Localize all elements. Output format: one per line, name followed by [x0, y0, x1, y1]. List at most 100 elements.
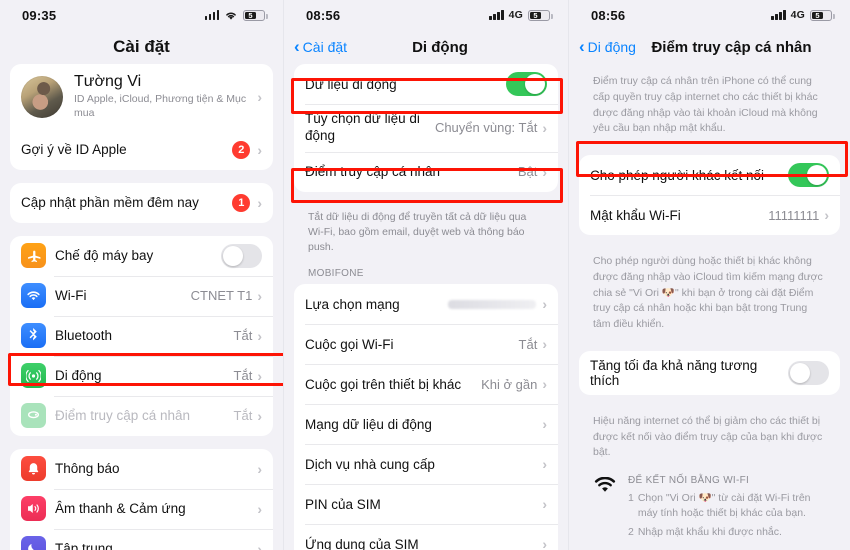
row-label: Wi-Fi	[55, 288, 87, 304]
back-button[interactable]: ‹ Cài đặt	[294, 37, 348, 56]
row-maximize-compatibility[interactable]: Tăng tối đa khả năng tương thích	[579, 351, 840, 395]
focus-icon	[21, 536, 46, 550]
airplane-mode-toggle[interactable]	[221, 243, 262, 268]
page-title: Di động	[412, 38, 468, 56]
cellular-list: Dữ liệu di động Tùy chọn dữ liệu di động…	[284, 64, 568, 550]
chevron-right-icon: ›	[542, 536, 547, 550]
nav-bar: Cài đặt	[0, 30, 283, 64]
row-sim-applications[interactable]: Ứng dụng của SIM ›	[294, 524, 558, 550]
row-value: Bật	[517, 164, 538, 180]
network-type-label: 4G	[508, 9, 523, 21]
back-label: Di động	[587, 39, 636, 55]
status-bar: 08:56 4G 5	[284, 0, 568, 30]
row-label: Điểm truy cập cá nhân	[55, 408, 191, 424]
chevron-right-icon: ›	[257, 500, 262, 517]
status-time: 08:56	[306, 7, 341, 23]
battery-icon: 5	[528, 9, 553, 21]
maximize-compatibility-toggle[interactable]	[788, 360, 829, 385]
step-text: Nhập mật khẩu khi được nhắc.	[637, 526, 782, 539]
row-cellular[interactable]: Di động Tắt ›	[10, 355, 273, 396]
redacted-value	[448, 299, 537, 309]
row-label: Mạng dữ liệu di động	[305, 416, 432, 432]
row-focus[interactable]: Tập trung ›	[10, 528, 273, 550]
wifi-icon	[21, 283, 46, 309]
back-button[interactable]: ‹ Di động	[579, 38, 636, 55]
row-cellular-data-options[interactable]: Tùy chọn dữ liệu di động Chuyển vùng: Tắ…	[294, 104, 558, 152]
row-label: Mật khẩu Wi-Fi	[590, 207, 681, 223]
row-label: Tùy chọn dữ liệu di động	[305, 111, 420, 143]
row-label: Cập nhật phần mềm đêm nay	[21, 195, 199, 211]
row-network-selection[interactable]: Lựa chọn mạng ›	[294, 284, 558, 324]
step-number: 2	[628, 526, 634, 539]
status-badge: 1	[232, 193, 251, 212]
row-label: Tập trung	[55, 541, 113, 550]
nav-bar: ‹ Cài đặt Di động	[284, 30, 568, 64]
allow-others-toggle[interactable]	[788, 163, 829, 187]
row-calls-other-devices[interactable]: Cuộc gọi trên thiết bị khác Khi ở gần ›	[294, 364, 558, 404]
row-cellular-data-network[interactable]: Mạng dữ liệu di động ›	[294, 404, 558, 444]
hotspot-settings-group: Cho phép người khác kết nối Mật khẩu Wi-…	[579, 155, 840, 235]
battery-level: 5	[530, 11, 541, 20]
row-personal-hotspot[interactable]: Điểm truy cập cá nhân Bật ›	[294, 151, 558, 192]
status-time: 08:56	[591, 7, 626, 23]
chevron-right-icon: ›	[257, 327, 262, 344]
bluetooth-icon	[21, 323, 46, 349]
wifi-status-icon	[224, 10, 238, 21]
row-label: Thông báo	[55, 461, 120, 477]
cellular-signal-icon	[204, 10, 219, 20]
back-label: Cài đặt	[302, 39, 348, 55]
cellular-icon	[21, 363, 46, 389]
step-text: Chọn "Vi Ori 🐶" từ cài đặt Wi-Fi trên má…	[637, 492, 811, 520]
chevron-right-icon: ›	[542, 163, 547, 180]
row-personal-hotspot[interactable]: Điểm truy cập cá nhân Tắt ›	[10, 395, 273, 436]
row-apple-id-suggestion[interactable]: Gợi ý về ID Apple 2 ›	[10, 130, 273, 170]
row-software-update[interactable]: Cập nhật phần mềm đêm nay 1 ›	[10, 183, 273, 223]
chevron-left-icon: ‹	[294, 37, 300, 56]
row-sounds-haptics[interactable]: Âm thanh & Cảm ứng ›	[10, 488, 273, 529]
row-label: Bluetooth	[55, 328, 113, 344]
row-sim-pin[interactable]: PIN của SIM ›	[294, 484, 558, 524]
battery-icon: 5	[243, 9, 268, 21]
row-label: Dịch vụ nhà cung cấp	[305, 456, 435, 472]
battery-icon: 5	[810, 9, 835, 21]
cellular-data-toggle[interactable]	[506, 72, 547, 96]
row-wifi-password[interactable]: Mật khẩu Wi-Fi 11111111 ›	[579, 195, 840, 235]
instruction-step: 1 Chọn "Vi Ori 🐶" từ cài đặt Wi-Fi trên …	[628, 491, 826, 521]
row-bluetooth[interactable]: Bluetooth Tắt ›	[10, 315, 273, 356]
row-value: Tắt	[518, 336, 538, 352]
profile-name: Tường Vi	[74, 73, 142, 90]
row-value: Khi ở gần	[481, 376, 538, 392]
row-airplane-mode[interactable]: Chế độ máy bay	[10, 236, 273, 276]
page-title: Cài đặt	[113, 37, 170, 56]
page-title: Điểm truy cập cá nhân	[651, 38, 812, 56]
row-carrier-services[interactable]: Dịch vụ nhà cung cấp ›	[294, 444, 558, 484]
row-label: Âm thanh & Cảm ứng	[55, 501, 186, 517]
profile-row[interactable]: Tường Vi ID Apple, iCloud, Phương tiện &…	[10, 64, 273, 130]
network-type-label: 4G	[790, 9, 805, 21]
row-value: Tắt	[233, 328, 253, 344]
row-label: Di động	[55, 368, 102, 384]
battery-level: 5	[245, 11, 256, 20]
chevron-right-icon: ›	[257, 194, 262, 211]
phone-screen-cellular: 08:56 4G 5 ‹ Cài đặt Di động Dữ liệu di …	[283, 0, 568, 550]
row-wifi[interactable]: Wi-Fi CTNET T1 ›	[10, 275, 273, 316]
wifi-instructions: ĐỂ KẾT NỐI BẰNG WI-FI 1 Chọn "Vi Ori 🐶" …	[579, 461, 840, 545]
row-notifications[interactable]: Thông báo ›	[10, 449, 273, 489]
chevron-right-icon: ›	[542, 119, 547, 136]
settings-list: Tường Vi ID Apple, iCloud, Phương tiện &…	[0, 64, 283, 550]
bell-icon	[21, 456, 46, 482]
avatar	[21, 75, 63, 118]
row-label: Cuộc gọi Wi-Fi	[305, 336, 394, 352]
row-cellular-data[interactable]: Dữ liệu di động	[294, 64, 558, 104]
phone-screen-settings: 09:35 5 Cài đặt Tường Vi ID Apple, iClou…	[0, 0, 283, 550]
status-bar: 08:56 4G 5	[569, 0, 850, 30]
phone-screen-hotspot: 08:56 4G 5 ‹ Di động Điểm truy cập cá nh…	[568, 0, 850, 550]
cellular-signal-icon	[489, 10, 504, 20]
row-allow-others-join[interactable]: Cho phép người khác kết nối	[579, 155, 840, 195]
row-wifi-calling[interactable]: Cuộc gọi Wi-Fi Tắt ›	[294, 324, 558, 364]
connectivity-group: Chế độ máy bay Wi-Fi CTNET T1 › Bluetoot…	[10, 235, 273, 436]
row-label: Lựa chọn mạng	[305, 296, 400, 312]
sound-icon	[21, 496, 46, 522]
instruction-step: 2 Nhập mật khẩu khi được nhắc.	[628, 525, 826, 540]
row-label: Điểm truy cập cá nhân	[305, 164, 441, 180]
